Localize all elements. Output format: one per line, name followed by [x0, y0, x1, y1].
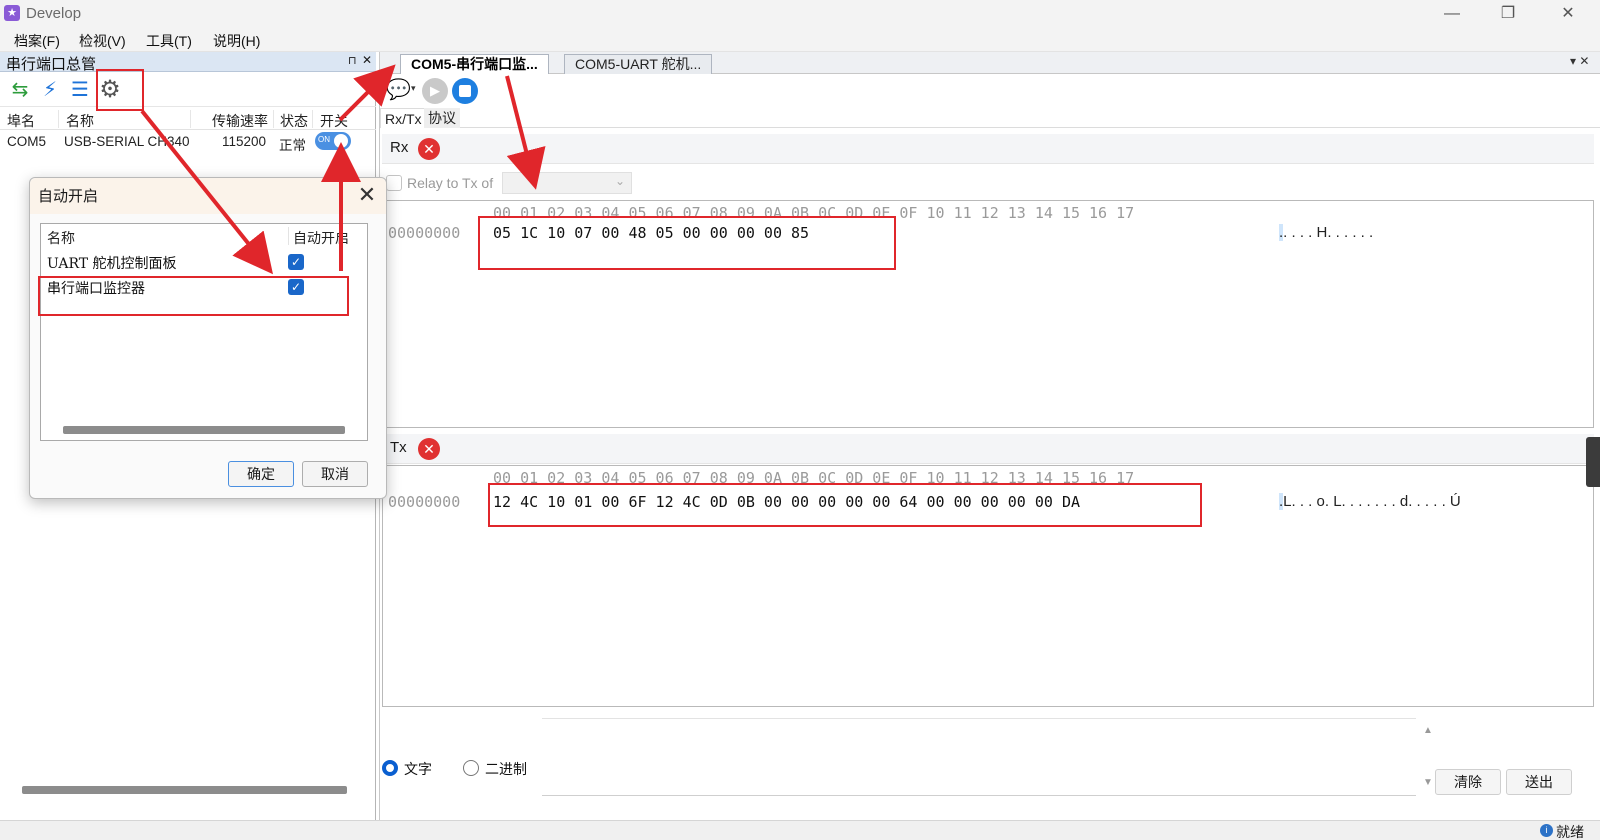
- arrow-tab-to-rx: [505, 75, 546, 190]
- status-text: 就绪: [1556, 824, 1584, 840]
- status-bar: i 就绪: [0, 820, 1600, 840]
- arrow-toggle-to-tab: [338, 64, 396, 122]
- info-icon: i: [1540, 824, 1553, 837]
- arrow-gear-to-dialog: [140, 109, 274, 275]
- annotation-arrows: [140, 64, 546, 275]
